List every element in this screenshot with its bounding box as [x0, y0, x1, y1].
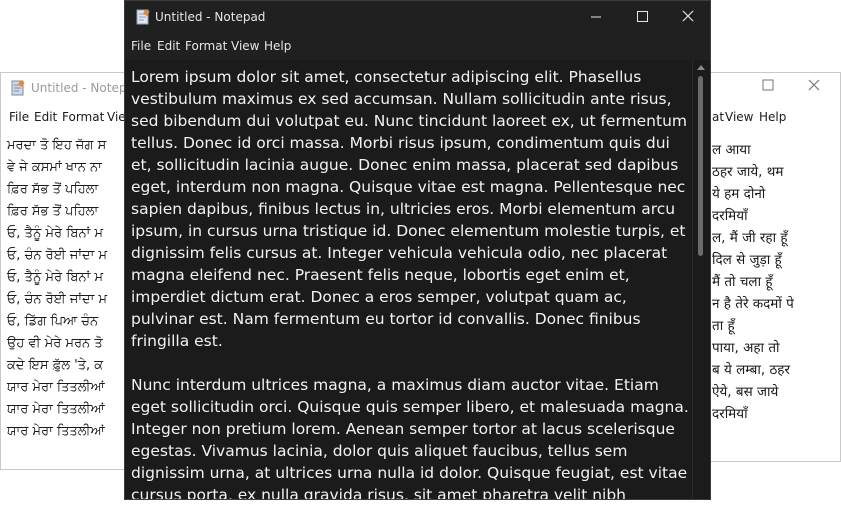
text-line: ल आया: [712, 142, 751, 158]
text-line: दिल से जुड़ा हूँ: [712, 252, 782, 268]
text-line: ਓ, ਤੈਨੂੰ ਮੇਰੇ ਬਿਨਾਂ ਮ: [7, 226, 104, 241]
menu-edit[interactable]: Edit: [157, 39, 180, 53]
text-line: न है तेरे कदमों पे: [712, 296, 794, 312]
text-line: ਮਰਦਾ ਤੋ ਇਹ ਜੱਗ ਸ: [7, 138, 107, 153]
menu-bar: File Edit Format View Help: [125, 33, 710, 60]
text-line: ਕਦੇ ਇਸ ਫ਼ੁੱਲ 'ਤੇ, ਕ: [7, 358, 104, 373]
window-title: Untitled - Notepad: [155, 10, 266, 24]
text-line: ये हम दोनो: [712, 186, 766, 202]
notepad-icon: [10, 80, 26, 99]
text-line: ਓ, ਚੰਨ ਰੋਈ ਜਾਂਦਾ ਮ: [7, 248, 108, 263]
title-bar[interactable]: Untitled - Notepad: [1, 73, 131, 103]
menu-format[interactable]: Format: [185, 39, 227, 53]
text-line: ऐये, बस जाये: [712, 384, 779, 400]
text-line: ਫ਼ਿਰ ਸੱਭ ਤੋਂ ਪਹਿਲਾ: [7, 182, 99, 197]
minimize-button[interactable]: [573, 1, 619, 33]
menu-format[interactable]: Format: [62, 110, 104, 124]
text-line: ਉਹ ਵੀ ਮੇਰੇ ਮਰਨ ਤੋ: [7, 336, 103, 351]
title-bar[interactable]: [691, 73, 840, 103]
maximize-icon[interactable]: [762, 79, 774, 95]
vertical-scrollbar[interactable]: [692, 60, 710, 499]
text-line: ਵੇ ਜੇ ਕਸਮਾਂ ਖਾਨ ਨਾ: [7, 160, 102, 175]
close-icon: [682, 10, 694, 22]
close-button[interactable]: [665, 1, 710, 33]
maximize-icon: [637, 11, 648, 22]
notepad-icon: [135, 9, 151, 28]
menu-format[interactable]: at: [712, 110, 724, 124]
text-line: ਯਾਰ ਮੇਰਾ ਤਿਤਲੀਆਂ: [7, 402, 105, 417]
text-line: ब ये लम्बा, ठहर: [712, 362, 790, 378]
paragraph: Nunc interdum ultrices magna, a maximus …: [131, 376, 689, 500]
menu-view[interactable]: View: [231, 39, 259, 53]
close-icon[interactable]: [808, 79, 820, 95]
background-notepad-window-left[interactable]: Untitled - Notepad File Edit Format View…: [0, 72, 132, 470]
background-notepad-window-right[interactable]: at View Help ल आया ठहर जाये, थम ये हम दो…: [690, 72, 841, 462]
menu-help[interactable]: Help: [759, 110, 786, 124]
paragraph: Lorem ipsum dolor sit amet, consectetur …: [131, 68, 692, 350]
maximize-button[interactable]: [619, 1, 665, 33]
text-line: दरमियाँ: [712, 406, 748, 422]
menu-file[interactable]: File: [131, 39, 151, 53]
text-line: दरमियाँ: [712, 208, 748, 224]
scroll-up-icon[interactable]: [697, 65, 705, 70]
menu-bar: File Edit Format View: [1, 103, 131, 131]
text-line: ਫ਼ਿਰ ਸੱਭ ਤੋਂ ਪਹਿਲਾ: [7, 204, 99, 219]
text-line: ਓ, ਚੰਨ ਰੋਈ ਜਾਂਦਾ ਮ: [7, 292, 108, 307]
text-line: ਯਾਰ ਮੇਰਾ ਤਿਤਲੀਆਂ: [7, 380, 105, 395]
text-editor[interactable]: Lorem ipsum dolor sit amet, consectetur …: [125, 60, 693, 500]
text-line: ਓ, ਡਿੱਗ ਪਿਆ ਚੰਨ: [7, 314, 99, 329]
menu-view[interactable]: View: [725, 110, 753, 124]
menu-bar: at View Help: [691, 103, 840, 131]
text-line: ਯਾਰ ਮੇਰਾ ਤਿਤਲੀਆਂ: [7, 424, 105, 439]
menu-help[interactable]: Help: [264, 39, 291, 53]
text-area[interactable]: ल आया ठहर जाये, थम ये हम दोनो दरमियाँ ल,…: [712, 139, 794, 425]
text-line: पाया, अहा तो: [712, 340, 780, 356]
title-bar[interactable]: Untitled - Notepad: [125, 1, 710, 33]
scrollbar-thumb[interactable]: [698, 76, 703, 256]
text-line: ता हूँ: [712, 318, 735, 334]
minimize-icon: [591, 16, 601, 18]
text-line: मैं तो चला हूँ: [712, 274, 773, 290]
window-title: Untitled - Notepad: [31, 81, 132, 95]
text-line: ल, मैं जी रहा हूँ: [712, 230, 788, 246]
text-line: ठहर जाये, थम: [712, 164, 784, 180]
text-area[interactable]: ਮਰਦਾ ਤੋ ਇਹ ਜੱਗ ਸ ਵੇ ਜੇ ਕਸਮਾਂ ਖਾਨ ਨਾ ਫ਼ਿਰ…: [7, 135, 107, 443]
text-line: ਓ, ਤੈਨੂੰ ਮੇਰੇ ਬਿਨਾਂ ਮ: [7, 270, 104, 285]
menu-edit[interactable]: Edit: [34, 110, 57, 124]
menu-file[interactable]: File: [9, 110, 29, 124]
notepad-window-front[interactable]: Untitled - Notepad File Edit Format View…: [124, 0, 711, 500]
